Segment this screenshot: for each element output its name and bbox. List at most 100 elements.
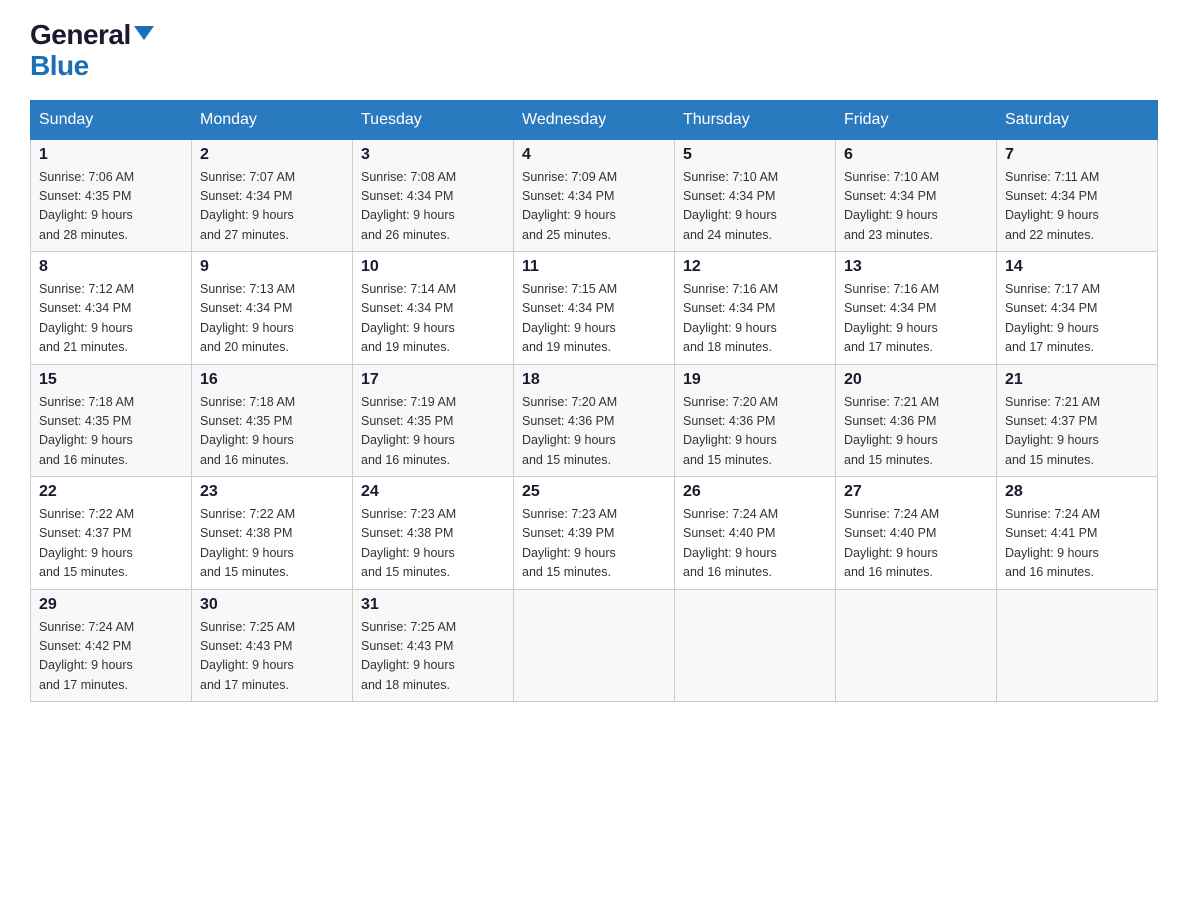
day-number: 19 — [683, 371, 827, 389]
day-info: Sunrise: 7:19 AM Sunset: 4:35 PM Dayligh… — [361, 393, 505, 471]
calendar-week-row: 15 Sunrise: 7:18 AM Sunset: 4:35 PM Dayl… — [31, 364, 1158, 477]
day-number: 14 — [1005, 258, 1149, 276]
day-number: 12 — [683, 258, 827, 276]
logo: General Blue — [30, 20, 154, 82]
calendar-cell: 1 Sunrise: 7:06 AM Sunset: 4:35 PM Dayli… — [31, 139, 192, 252]
day-number: 23 — [200, 483, 344, 501]
calendar-cell: 7 Sunrise: 7:11 AM Sunset: 4:34 PM Dayli… — [997, 139, 1158, 252]
day-info: Sunrise: 7:24 AM Sunset: 4:42 PM Dayligh… — [39, 618, 183, 696]
day-info: Sunrise: 7:07 AM Sunset: 4:34 PM Dayligh… — [200, 168, 344, 246]
calendar-cell: 10 Sunrise: 7:14 AM Sunset: 4:34 PM Dayl… — [353, 252, 514, 365]
calendar-cell: 5 Sunrise: 7:10 AM Sunset: 4:34 PM Dayli… — [675, 139, 836, 252]
day-info: Sunrise: 7:09 AM Sunset: 4:34 PM Dayligh… — [522, 168, 666, 246]
calendar-week-row: 1 Sunrise: 7:06 AM Sunset: 4:35 PM Dayli… — [31, 139, 1158, 252]
day-number: 29 — [39, 596, 183, 614]
calendar-cell: 3 Sunrise: 7:08 AM Sunset: 4:34 PM Dayli… — [353, 139, 514, 252]
day-number: 22 — [39, 483, 183, 501]
calendar-cell: 15 Sunrise: 7:18 AM Sunset: 4:35 PM Dayl… — [31, 364, 192, 477]
day-number: 24 — [361, 483, 505, 501]
day-info: Sunrise: 7:17 AM Sunset: 4:34 PM Dayligh… — [1005, 280, 1149, 358]
calendar-cell: 18 Sunrise: 7:20 AM Sunset: 4:36 PM Dayl… — [514, 364, 675, 477]
calendar-cell: 17 Sunrise: 7:19 AM Sunset: 4:35 PM Dayl… — [353, 364, 514, 477]
header-wednesday: Wednesday — [514, 100, 675, 139]
day-info: Sunrise: 7:24 AM Sunset: 4:40 PM Dayligh… — [683, 505, 827, 583]
calendar-cell — [997, 589, 1158, 702]
day-number: 28 — [1005, 483, 1149, 501]
day-info: Sunrise: 7:12 AM Sunset: 4:34 PM Dayligh… — [39, 280, 183, 358]
day-info: Sunrise: 7:21 AM Sunset: 4:36 PM Dayligh… — [844, 393, 988, 471]
day-info: Sunrise: 7:13 AM Sunset: 4:34 PM Dayligh… — [200, 280, 344, 358]
day-info: Sunrise: 7:16 AM Sunset: 4:34 PM Dayligh… — [683, 280, 827, 358]
calendar-cell: 31 Sunrise: 7:25 AM Sunset: 4:43 PM Dayl… — [353, 589, 514, 702]
day-info: Sunrise: 7:25 AM Sunset: 4:43 PM Dayligh… — [361, 618, 505, 696]
day-number: 30 — [200, 596, 344, 614]
calendar-cell: 13 Sunrise: 7:16 AM Sunset: 4:34 PM Dayl… — [836, 252, 997, 365]
day-info: Sunrise: 7:23 AM Sunset: 4:38 PM Dayligh… — [361, 505, 505, 583]
day-number: 8 — [39, 258, 183, 276]
calendar-cell: 12 Sunrise: 7:16 AM Sunset: 4:34 PM Dayl… — [675, 252, 836, 365]
day-number: 4 — [522, 146, 666, 164]
calendar-cell: 27 Sunrise: 7:24 AM Sunset: 4:40 PM Dayl… — [836, 477, 997, 590]
day-number: 5 — [683, 146, 827, 164]
day-info: Sunrise: 7:22 AM Sunset: 4:37 PM Dayligh… — [39, 505, 183, 583]
day-number: 27 — [844, 483, 988, 501]
calendar-week-row: 22 Sunrise: 7:22 AM Sunset: 4:37 PM Dayl… — [31, 477, 1158, 590]
day-info: Sunrise: 7:10 AM Sunset: 4:34 PM Dayligh… — [844, 168, 988, 246]
day-number: 20 — [844, 371, 988, 389]
day-info: Sunrise: 7:21 AM Sunset: 4:37 PM Dayligh… — [1005, 393, 1149, 471]
day-number: 21 — [1005, 371, 1149, 389]
day-number: 13 — [844, 258, 988, 276]
day-number: 17 — [361, 371, 505, 389]
day-number: 9 — [200, 258, 344, 276]
day-number: 15 — [39, 371, 183, 389]
logo-general-text: General — [30, 20, 154, 51]
calendar-cell: 26 Sunrise: 7:24 AM Sunset: 4:40 PM Dayl… — [675, 477, 836, 590]
day-number: 26 — [683, 483, 827, 501]
header-sunday: Sunday — [31, 100, 192, 139]
header-tuesday: Tuesday — [353, 100, 514, 139]
day-info: Sunrise: 7:18 AM Sunset: 4:35 PM Dayligh… — [200, 393, 344, 471]
calendar-cell: 21 Sunrise: 7:21 AM Sunset: 4:37 PM Dayl… — [997, 364, 1158, 477]
header-friday: Friday — [836, 100, 997, 139]
calendar-cell: 8 Sunrise: 7:12 AM Sunset: 4:34 PM Dayli… — [31, 252, 192, 365]
calendar-cell: 29 Sunrise: 7:24 AM Sunset: 4:42 PM Dayl… — [31, 589, 192, 702]
day-info: Sunrise: 7:22 AM Sunset: 4:38 PM Dayligh… — [200, 505, 344, 583]
logo-blue-text: Blue — [30, 51, 154, 82]
day-info: Sunrise: 7:14 AM Sunset: 4:34 PM Dayligh… — [361, 280, 505, 358]
calendar-cell: 25 Sunrise: 7:23 AM Sunset: 4:39 PM Dayl… — [514, 477, 675, 590]
day-info: Sunrise: 7:25 AM Sunset: 4:43 PM Dayligh… — [200, 618, 344, 696]
calendar-cell: 24 Sunrise: 7:23 AM Sunset: 4:38 PM Dayl… — [353, 477, 514, 590]
day-info: Sunrise: 7:20 AM Sunset: 4:36 PM Dayligh… — [683, 393, 827, 471]
day-info: Sunrise: 7:08 AM Sunset: 4:34 PM Dayligh… — [361, 168, 505, 246]
calendar-week-row: 29 Sunrise: 7:24 AM Sunset: 4:42 PM Dayl… — [31, 589, 1158, 702]
header-monday: Monday — [192, 100, 353, 139]
day-info: Sunrise: 7:06 AM Sunset: 4:35 PM Dayligh… — [39, 168, 183, 246]
day-info: Sunrise: 7:18 AM Sunset: 4:35 PM Dayligh… — [39, 393, 183, 471]
day-number: 1 — [39, 146, 183, 164]
calendar-cell: 2 Sunrise: 7:07 AM Sunset: 4:34 PM Dayli… — [192, 139, 353, 252]
header-saturday: Saturday — [997, 100, 1158, 139]
calendar-cell: 28 Sunrise: 7:24 AM Sunset: 4:41 PM Dayl… — [997, 477, 1158, 590]
calendar-cell: 30 Sunrise: 7:25 AM Sunset: 4:43 PM Dayl… — [192, 589, 353, 702]
day-info: Sunrise: 7:15 AM Sunset: 4:34 PM Dayligh… — [522, 280, 666, 358]
day-number: 31 — [361, 596, 505, 614]
header-thursday: Thursday — [675, 100, 836, 139]
day-number: 11 — [522, 258, 666, 276]
day-info: Sunrise: 7:20 AM Sunset: 4:36 PM Dayligh… — [522, 393, 666, 471]
calendar-cell: 14 Sunrise: 7:17 AM Sunset: 4:34 PM Dayl… — [997, 252, 1158, 365]
calendar-cell: 16 Sunrise: 7:18 AM Sunset: 4:35 PM Dayl… — [192, 364, 353, 477]
calendar-week-row: 8 Sunrise: 7:12 AM Sunset: 4:34 PM Dayli… — [31, 252, 1158, 365]
day-info: Sunrise: 7:10 AM Sunset: 4:34 PM Dayligh… — [683, 168, 827, 246]
day-info: Sunrise: 7:23 AM Sunset: 4:39 PM Dayligh… — [522, 505, 666, 583]
calendar-cell: 9 Sunrise: 7:13 AM Sunset: 4:34 PM Dayli… — [192, 252, 353, 365]
day-number: 2 — [200, 146, 344, 164]
calendar-cell: 6 Sunrise: 7:10 AM Sunset: 4:34 PM Dayli… — [836, 139, 997, 252]
calendar-cell: 20 Sunrise: 7:21 AM Sunset: 4:36 PM Dayl… — [836, 364, 997, 477]
day-number: 10 — [361, 258, 505, 276]
day-info: Sunrise: 7:24 AM Sunset: 4:41 PM Dayligh… — [1005, 505, 1149, 583]
calendar-header-row: SundayMondayTuesdayWednesdayThursdayFrid… — [31, 100, 1158, 139]
day-number: 18 — [522, 371, 666, 389]
calendar-cell: 11 Sunrise: 7:15 AM Sunset: 4:34 PM Dayl… — [514, 252, 675, 365]
day-info: Sunrise: 7:16 AM Sunset: 4:34 PM Dayligh… — [844, 280, 988, 358]
logo-triangle-icon — [134, 26, 154, 40]
